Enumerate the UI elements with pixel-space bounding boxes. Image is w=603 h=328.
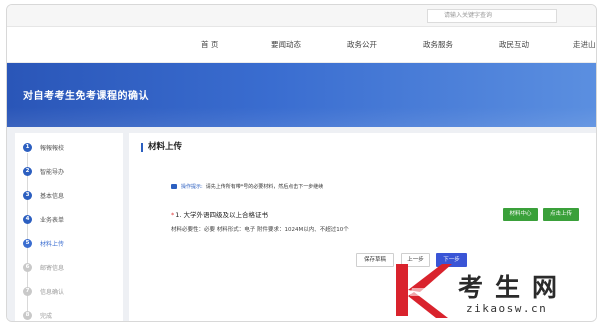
watermark: 考生网 zikaosw.cn <box>392 262 597 320</box>
step-number: 6 <box>23 262 32 272</box>
step-number: 8 <box>23 310 32 320</box>
step-number: 5 <box>23 238 32 248</box>
step-4[interactable]: 4 业务表单 <box>23 213 64 225</box>
step-8[interactable]: 8 完成 <box>23 309 52 321</box>
main-nav: 首 页 要闻动态 政务公开 政务服务 政民互动 走进山 <box>7 27 596 63</box>
requirement-title: *1. 大学外语四级及以上合格证书 <box>171 209 268 219</box>
nav-item-news[interactable]: 要闻动态 <box>271 39 301 50</box>
step-label: 基本信息 <box>40 192 65 200</box>
material-center-button[interactable]: 材料中心 <box>503 208 538 221</box>
steps-sidebar: 1 報報報校 2 智能导办 3 基本信息 4 业务表单 5 材料上传 6 邮寄信… <box>15 133 123 321</box>
requirement-name: 1. 大学外语四级及以上合格证书 <box>175 211 269 219</box>
section-title: 材料上传 <box>141 143 182 152</box>
step-number: 1 <box>23 142 32 152</box>
watermark-url: zikaosw.cn <box>466 302 548 315</box>
requirement-desc: 材料必要性：必要 材料形式：电子 附件要求：1024M以内、不超过10个 <box>171 227 349 233</box>
step-label: 信息确认 <box>40 288 65 296</box>
step-label: 邮寄信息 <box>40 264 65 272</box>
step-number: 2 <box>23 166 32 176</box>
top-bar: 请输入关键字查询 <box>7 5 596 27</box>
step-number: 3 <box>23 190 32 200</box>
step-6[interactable]: 6 邮寄信息 <box>23 261 64 273</box>
step-label: 业务表单 <box>40 216 65 224</box>
step-2[interactable]: 2 智能导办 <box>23 165 64 177</box>
upload-button[interactable]: 点击上传 <box>543 208 579 221</box>
step-7[interactable]: 7 信息确认 <box>23 285 64 297</box>
required-star: * <box>171 211 175 219</box>
nav-item-services[interactable]: 政务服务 <box>423 39 453 50</box>
nav-item-interaction[interactable]: 政民互动 <box>499 39 529 50</box>
step-label: 智能导办 <box>40 168 65 176</box>
operation-tip: 操作提示: 请先上传所有带*号的必要材料，然后点击下一步继续 <box>171 183 323 190</box>
info-icon <box>171 184 177 189</box>
search-input[interactable]: 请输入关键字查询 <box>427 9 557 23</box>
nav-item-public-affairs[interactable]: 政务公开 <box>347 39 377 50</box>
step-3[interactable]: 3 基本信息 <box>23 189 64 201</box>
save-draft-button[interactable]: 保存草稿 <box>356 253 394 267</box>
watermark-text: 考生网 <box>458 273 570 302</box>
step-1[interactable]: 1 報報報校 <box>23 141 64 153</box>
page-title: 对自考考生免考课程的确认 <box>23 91 149 102</box>
tip-text: 请先上传所有带*号的必要材料，然后点击下一步继续 <box>205 184 324 190</box>
nav-item-home[interactable]: 首 页 <box>201 39 218 50</box>
step-label: 完成 <box>40 312 53 320</box>
nav-item-about[interactable]: 走进山 <box>573 39 596 50</box>
tip-label: 操作提示: <box>181 184 203 190</box>
page-banner: 对自考考生免考课程的确认 <box>7 63 596 127</box>
step-5[interactable]: 5 材料上传 <box>23 237 64 249</box>
step-label: 報報報校 <box>40 144 65 152</box>
step-label: 材料上传 <box>40 240 65 248</box>
step-number: 7 <box>23 286 32 296</box>
k-logo-icon <box>396 264 452 318</box>
step-number: 4 <box>23 214 32 224</box>
